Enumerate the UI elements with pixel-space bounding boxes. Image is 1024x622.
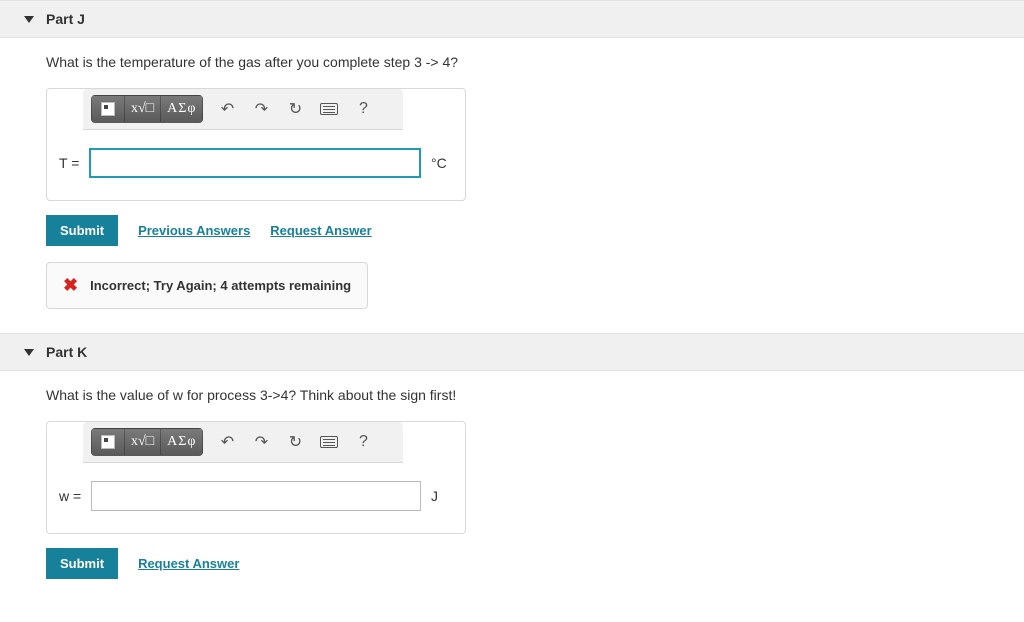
unit-label: J (431, 488, 453, 504)
part-body-k: What is the value of w for process 3->4?… (0, 371, 1024, 619)
help-button[interactable]: ? (347, 428, 379, 456)
part-header-j[interactable]: Part J (0, 0, 1024, 38)
undo-icon: ↶ (221, 99, 234, 119)
greek-icon: ΑΣφ (167, 101, 196, 117)
previous-answers-link[interactable]: Previous Answers (138, 223, 250, 238)
request-answer-link[interactable]: Request Answer (270, 223, 371, 238)
keyboard-button[interactable] (313, 428, 345, 456)
reset-button[interactable]: ↻ (279, 95, 311, 123)
toolbar-group-actions: ↶ ↷ ↻ ? (211, 428, 379, 456)
keyboard-icon (320, 103, 338, 115)
answer-box: x√□ ΑΣφ ↶ ↷ ↻ ? T = °C (46, 88, 466, 201)
templates-button[interactable] (91, 95, 125, 123)
input-row: w = J (47, 463, 465, 533)
part-title: Part J (46, 11, 85, 27)
answer-box: x√□ ΑΣφ ↶ ↷ ↻ ? w = J (46, 421, 466, 534)
part-title: Part K (46, 344, 87, 360)
action-row: Submit Previous Answers Request Answer (46, 215, 1024, 246)
answer-input[interactable] (91, 481, 421, 511)
redo-button[interactable]: ↷ (245, 95, 277, 123)
feedback-text: Incorrect; Try Again; 4 attempts remaini… (90, 278, 351, 293)
submit-button[interactable]: Submit (46, 215, 118, 246)
redo-icon: ↷ (255, 432, 268, 452)
variable-label: w = (59, 488, 81, 504)
toolbar-group-templates: x√□ ΑΣφ (91, 428, 203, 456)
input-row: T = °C (47, 130, 465, 200)
templates-icon (101, 102, 115, 116)
toolbar-group-actions: ↶ ↷ ↻ ? (211, 95, 379, 123)
unit-label: °C (431, 155, 453, 171)
question-text: What is the temperature of the gas after… (46, 54, 1024, 70)
help-icon: ? (359, 100, 368, 118)
sqrt-button[interactable]: x√□ (125, 95, 161, 123)
reset-icon: ↻ (289, 99, 302, 119)
sqrt-icon: x√□ (131, 434, 154, 450)
redo-icon: ↷ (255, 99, 268, 119)
part-body-j: What is the temperature of the gas after… (0, 38, 1024, 333)
action-row: Submit Request Answer (46, 548, 1024, 579)
sqrt-icon: x√□ (131, 101, 154, 117)
greek-button[interactable]: ΑΣφ (161, 428, 203, 456)
undo-button[interactable]: ↶ (211, 428, 243, 456)
equation-toolbar: x√□ ΑΣφ ↶ ↷ ↻ ? (83, 422, 403, 463)
caret-down-icon (24, 349, 34, 356)
help-icon: ? (359, 433, 368, 451)
templates-button[interactable] (91, 428, 125, 456)
keyboard-button[interactable] (313, 95, 345, 123)
sqrt-button[interactable]: x√□ (125, 428, 161, 456)
incorrect-icon: ✖ (63, 275, 78, 296)
toolbar-group-templates: x√□ ΑΣφ (91, 95, 203, 123)
submit-button[interactable]: Submit (46, 548, 118, 579)
part-header-k[interactable]: Part K (0, 333, 1024, 371)
question-text: What is the value of w for process 3->4?… (46, 387, 1024, 403)
templates-icon (101, 435, 115, 449)
variable-label: T = (59, 155, 79, 171)
caret-down-icon (24, 16, 34, 23)
undo-icon: ↶ (221, 432, 234, 452)
greek-button[interactable]: ΑΣφ (161, 95, 203, 123)
help-button[interactable]: ? (347, 95, 379, 123)
keyboard-icon (320, 436, 338, 448)
reset-button[interactable]: ↻ (279, 428, 311, 456)
redo-button[interactable]: ↷ (245, 428, 277, 456)
request-answer-link[interactable]: Request Answer (138, 556, 239, 571)
greek-icon: ΑΣφ (167, 434, 196, 450)
equation-toolbar: x√□ ΑΣφ ↶ ↷ ↻ ? (83, 89, 403, 130)
undo-button[interactable]: ↶ (211, 95, 243, 123)
reset-icon: ↻ (289, 432, 302, 452)
answer-input[interactable] (89, 148, 421, 178)
feedback-box: ✖ Incorrect; Try Again; 4 attempts remai… (46, 262, 368, 309)
